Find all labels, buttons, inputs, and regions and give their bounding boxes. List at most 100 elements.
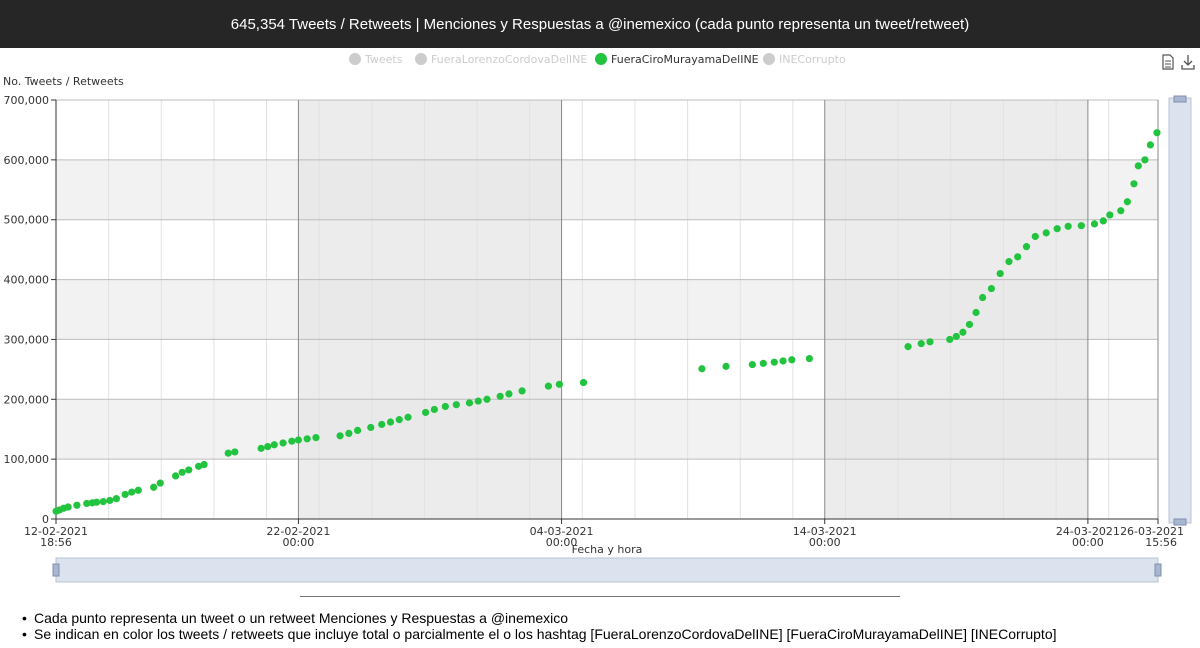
legend-marker <box>415 53 427 65</box>
data-point <box>555 380 563 388</box>
data-point <box>770 358 778 366</box>
chart-title-text: 645,354 Tweets / Retweets | Menciones y … <box>230 15 970 33</box>
data-point <box>312 433 320 442</box>
data-point <box>1031 232 1039 241</box>
data-point <box>496 392 504 400</box>
x-axis-label: Fecha y hora <box>572 543 643 556</box>
chart-title: 645,354 Tweets / Retweets | Menciones y … <box>0 0 1200 48</box>
x-tick-label: 18:56 <box>40 536 72 549</box>
data-point <box>404 413 412 421</box>
data-point <box>1077 222 1085 230</box>
data-point <box>64 503 72 511</box>
data-point <box>294 436 303 444</box>
data-point <box>336 432 344 440</box>
data-point <box>946 335 954 344</box>
data-point <box>952 332 960 341</box>
data-point <box>264 442 272 451</box>
notes: Cada punto representa un tweet o un retw… <box>22 610 1192 642</box>
data-point <box>759 359 767 367</box>
y-tick-label: 500,000 <box>4 214 50 227</box>
x-tick-label: 00:00 <box>283 536 315 549</box>
data-point <box>112 495 120 503</box>
data-point <box>544 382 553 390</box>
data-point <box>979 293 987 302</box>
x-tick-label: 00:00 <box>809 536 841 549</box>
data-point <box>996 269 1004 278</box>
legend-item[interactable]: FueraCiroMurayamaDelINE <box>611 53 759 66</box>
data-point <box>1099 217 1107 225</box>
data-point <box>788 356 796 364</box>
data-point <box>288 437 296 445</box>
data-point <box>1090 220 1099 228</box>
x-tick-label: 15:56 <box>1145 536 1177 549</box>
data-point <box>1053 225 1061 233</box>
y-tick-label: 200,000 <box>4 393 50 406</box>
data-point <box>367 423 375 432</box>
shaded-band <box>824 100 1088 519</box>
scatter-chart: 0100,000200,000300,000400,000500,000600,… <box>3 53 1192 583</box>
slider-handle[interactable] <box>1173 518 1187 526</box>
data-point <box>345 429 353 438</box>
y-tick-label: 600,000 <box>4 154 50 167</box>
data-point <box>805 354 813 363</box>
y-tick-label: 400,000 <box>4 274 50 287</box>
slider-handle[interactable] <box>1173 95 1187 103</box>
data-point <box>987 284 996 293</box>
data-point <box>395 416 403 424</box>
horizontal-zoom-slider[interactable] <box>55 557 1159 583</box>
data-point <box>279 439 287 447</box>
legend-item[interactable]: Tweets <box>364 53 403 66</box>
data-point <box>917 340 925 348</box>
data-point <box>1117 207 1125 215</box>
data-point <box>965 320 974 329</box>
data-point <box>421 408 430 417</box>
data-point <box>1022 243 1031 251</box>
data-point <box>722 362 730 370</box>
data-point <box>134 486 142 494</box>
data-point <box>1064 222 1072 230</box>
shaded-band <box>298 100 562 519</box>
data-point <box>156 479 164 487</box>
data-point <box>1014 253 1022 261</box>
data-point <box>354 426 362 435</box>
y-axis-label: No. Tweets / Retweets <box>3 75 124 88</box>
data-point <box>505 390 513 398</box>
data-point <box>1106 211 1114 219</box>
data-point <box>73 501 81 509</box>
note-item: Cada punto representa un tweet o un retw… <box>22 610 1192 626</box>
vertical-zoom-slider[interactable] <box>1168 97 1192 524</box>
data-point <box>748 360 756 369</box>
divider <box>300 596 900 597</box>
x-tick-label: 00:00 <box>1072 536 1104 549</box>
data-point <box>224 449 232 457</box>
data-point <box>93 498 101 506</box>
data-point <box>579 378 588 387</box>
data-point <box>430 405 438 414</box>
data-point <box>1130 180 1138 188</box>
data-point <box>452 401 460 409</box>
y-tick-label: 300,000 <box>4 333 50 346</box>
data-point <box>99 498 107 506</box>
data-point <box>178 468 186 476</box>
data-point <box>1123 198 1131 206</box>
data-point <box>1134 162 1142 170</box>
data-point <box>483 395 491 403</box>
data-point <box>1153 129 1161 137</box>
data-point <box>121 490 129 499</box>
data-point <box>303 435 311 443</box>
data-point <box>1146 141 1154 149</box>
data-point <box>1005 258 1013 266</box>
data-point <box>959 328 967 336</box>
data-point <box>779 357 787 365</box>
y-tick-label: 100,000 <box>4 453 50 466</box>
data-point <box>518 387 526 395</box>
legend-marker <box>349 53 361 65</box>
data-point <box>185 466 193 474</box>
legend-item[interactable]: INECorrupto <box>779 53 846 66</box>
data-point <box>128 488 136 496</box>
data-point <box>972 308 980 317</box>
slider-handle[interactable] <box>52 563 60 577</box>
legend-item[interactable]: FueraLorenzoCordovaDelINE <box>431 53 587 66</box>
slider-handle[interactable] <box>1154 563 1162 577</box>
legend-marker <box>595 53 607 65</box>
